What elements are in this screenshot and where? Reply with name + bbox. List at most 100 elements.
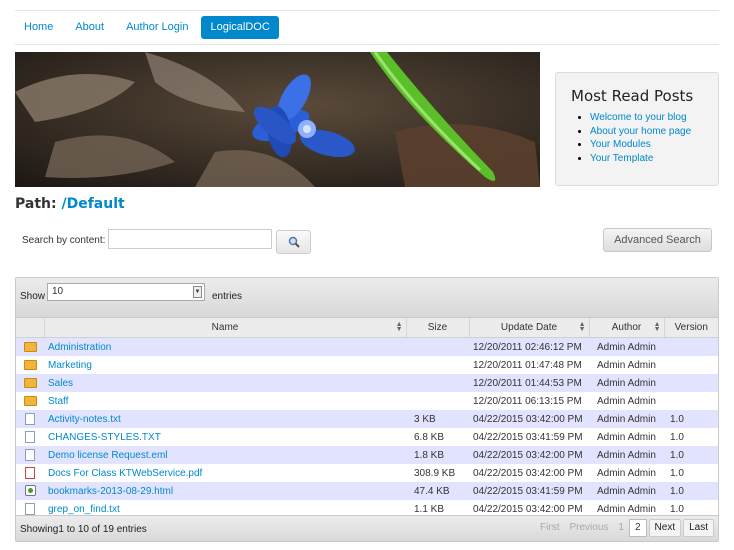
- row-size: [406, 356, 469, 374]
- column-header-icon: [16, 318, 45, 338]
- text-file-icon: [25, 412, 35, 425]
- table-row[interactable]: bookmarks-2013-08-29.html 47.4 KB 04/22/20…: [16, 482, 718, 500]
- row-author: Admin Admin: [589, 482, 664, 500]
- header-banner-image: [15, 52, 540, 187]
- pdf-file-icon: [25, 466, 35, 479]
- row-update-date: 04/22/2015 03:41:59 PM: [469, 482, 589, 500]
- column-header-update-date[interactable]: Update Date ▲ ▼: [469, 318, 590, 338]
- row-name-link[interactable]: Sales: [44, 374, 406, 392]
- table-row[interactable]: Staff 12/20/2011 06:13:15 PM Admin Admin: [16, 392, 718, 410]
- row-name-link[interactable]: Marketing: [44, 356, 406, 374]
- row-version: [664, 337, 718, 356]
- table-row[interactable]: Docs For Class KTWebService.pdf 308.9 KB 0…: [16, 464, 718, 482]
- row-name-link[interactable]: CHANGES-STYLES.TXT: [44, 428, 406, 446]
- nav-logicaldoc[interactable]: LogicalDOC: [201, 16, 279, 39]
- table-row[interactable]: Marketing 12/20/2011 01:47:48 PM Admin Adm…: [16, 356, 718, 374]
- nav-home[interactable]: Home: [15, 16, 62, 39]
- row-name-link[interactable]: Staff: [44, 392, 406, 410]
- column-header-name[interactable]: Name ▲ ▼: [44, 318, 407, 338]
- post-link[interactable]: About your home page: [590, 126, 691, 137]
- table-row[interactable]: Demo license Request.eml 1.8 KB 04/22/2015…: [16, 446, 718, 464]
- row-icon-cell: [16, 356, 44, 374]
- row-name-link[interactable]: Administration: [44, 337, 406, 356]
- row-update-date: 04/22/2015 03:42:00 PM: [469, 410, 589, 428]
- chevron-down-icon: ▼: [193, 286, 202, 298]
- first-page-button[interactable]: First: [535, 520, 564, 536]
- table-row[interactable]: Sales 12/20/2011 01:44:53 PM Admin Admin: [16, 374, 718, 392]
- table-row[interactable]: Administration 12/20/2011 02:46:12 PM Admi…: [16, 337, 718, 356]
- table-row[interactable]: CHANGES-STYLES.TXT 6.8 KB 04/22/2015 03:41…: [16, 428, 718, 446]
- row-version: 1.0: [664, 428, 718, 446]
- post-link[interactable]: Your Modules: [590, 139, 651, 150]
- post-link-item: Your Modules: [590, 138, 691, 152]
- page-size-select[interactable]: 10 ▼: [47, 283, 205, 301]
- path-label: Path:: [15, 196, 57, 212]
- row-author: Admin Admin: [589, 392, 664, 410]
- row-author: Admin Admin: [589, 464, 664, 482]
- row-author: Admin Admin: [589, 428, 664, 446]
- page-1-button[interactable]: 1: [613, 520, 629, 536]
- row-update-date: 04/22/2015 03:42:00 PM: [469, 446, 589, 464]
- column-header-version[interactable]: Version: [664, 318, 718, 338]
- row-update-date: 12/20/2011 02:46:12 PM: [469, 337, 589, 356]
- row-version: [664, 374, 718, 392]
- flower-photo: [15, 52, 540, 187]
- row-author: Admin Admin: [589, 356, 664, 374]
- row-size: 47.4 KB: [406, 482, 469, 500]
- previous-page-button[interactable]: Previous: [565, 520, 614, 536]
- row-author: Admin Admin: [589, 410, 664, 428]
- row-icon-cell: [16, 392, 44, 410]
- post-link-item: Your Template: [590, 152, 691, 166]
- row-size: [406, 337, 469, 356]
- folder-icon: [23, 377, 37, 388]
- page-2-button[interactable]: 2: [628, 519, 647, 537]
- last-page-button[interactable]: Last: [683, 519, 714, 537]
- column-header-author[interactable]: Author ▲ ▼: [589, 318, 665, 338]
- advanced-search-button[interactable]: Advanced Search: [603, 228, 712, 252]
- row-size: 6.8 KB: [406, 428, 469, 446]
- path-breadcrumb: Path: /Default: [15, 196, 125, 212]
- row-name-link[interactable]: Docs For Class KTWebService.pdf: [44, 464, 406, 482]
- row-author: Admin Admin: [589, 446, 664, 464]
- entries-label: entries: [212, 291, 243, 302]
- search-icon: [288, 236, 300, 248]
- row-icon-cell: [16, 482, 44, 500]
- pagination: First Previous 1 2 Next Last: [535, 519, 714, 537]
- documents-table: Name ▲ ▼ Size Update Date ▲ ▼ Author ▲ ▼ Versi…: [16, 318, 718, 518]
- post-link[interactable]: Your Template: [590, 153, 653, 164]
- table-row[interactable]: Activity-notes.txt 3 KB 04/22/2015 03:42:0…: [16, 410, 718, 428]
- post-link-item: About your home page: [590, 125, 691, 139]
- folder-icon: [23, 395, 37, 406]
- row-size: 3 KB: [406, 410, 469, 428]
- table-info: Showing1 to 10 of 19 entries: [20, 524, 147, 535]
- column-header-size[interactable]: Size: [406, 318, 470, 338]
- row-icon-cell: [16, 337, 44, 356]
- row-size: 308.9 KB: [406, 464, 469, 482]
- row-update-date: 12/20/2011 01:47:48 PM: [469, 356, 589, 374]
- search-input[interactable]: [108, 229, 272, 249]
- text-file-icon: [25, 502, 35, 515]
- email-file-icon: [25, 448, 35, 461]
- most-read-posts-list: Welcome to your blog About your home pag…: [578, 111, 691, 165]
- row-version: [664, 356, 718, 374]
- page-size-value: 10: [52, 286, 64, 297]
- row-name-link[interactable]: bookmarks-2013-08-29.html: [44, 482, 406, 500]
- post-link[interactable]: Welcome to your blog: [590, 112, 687, 123]
- text-file-icon: [25, 430, 35, 443]
- folder-icon: [23, 341, 37, 352]
- nav-author-login[interactable]: Author Login: [117, 16, 197, 39]
- search-button[interactable]: [276, 230, 311, 254]
- row-icon-cell: [16, 464, 44, 482]
- top-nav: Home About Author Login LogicalDOC: [15, 16, 283, 39]
- nav-about[interactable]: About: [66, 16, 113, 39]
- next-page-button[interactable]: Next: [648, 519, 682, 537]
- path-value-link[interactable]: /Default: [61, 196, 124, 212]
- row-version: 1.0: [664, 446, 718, 464]
- row-name-link[interactable]: Demo license Request.eml: [44, 446, 406, 464]
- row-name-link[interactable]: Activity-notes.txt: [44, 410, 406, 428]
- row-icon-cell: [16, 446, 44, 464]
- search-label: Search by content:: [22, 235, 106, 246]
- row-version: 1.0: [664, 410, 718, 428]
- sort-icon: ▲ ▼: [578, 321, 586, 333]
- nav-divider: [15, 44, 719, 45]
